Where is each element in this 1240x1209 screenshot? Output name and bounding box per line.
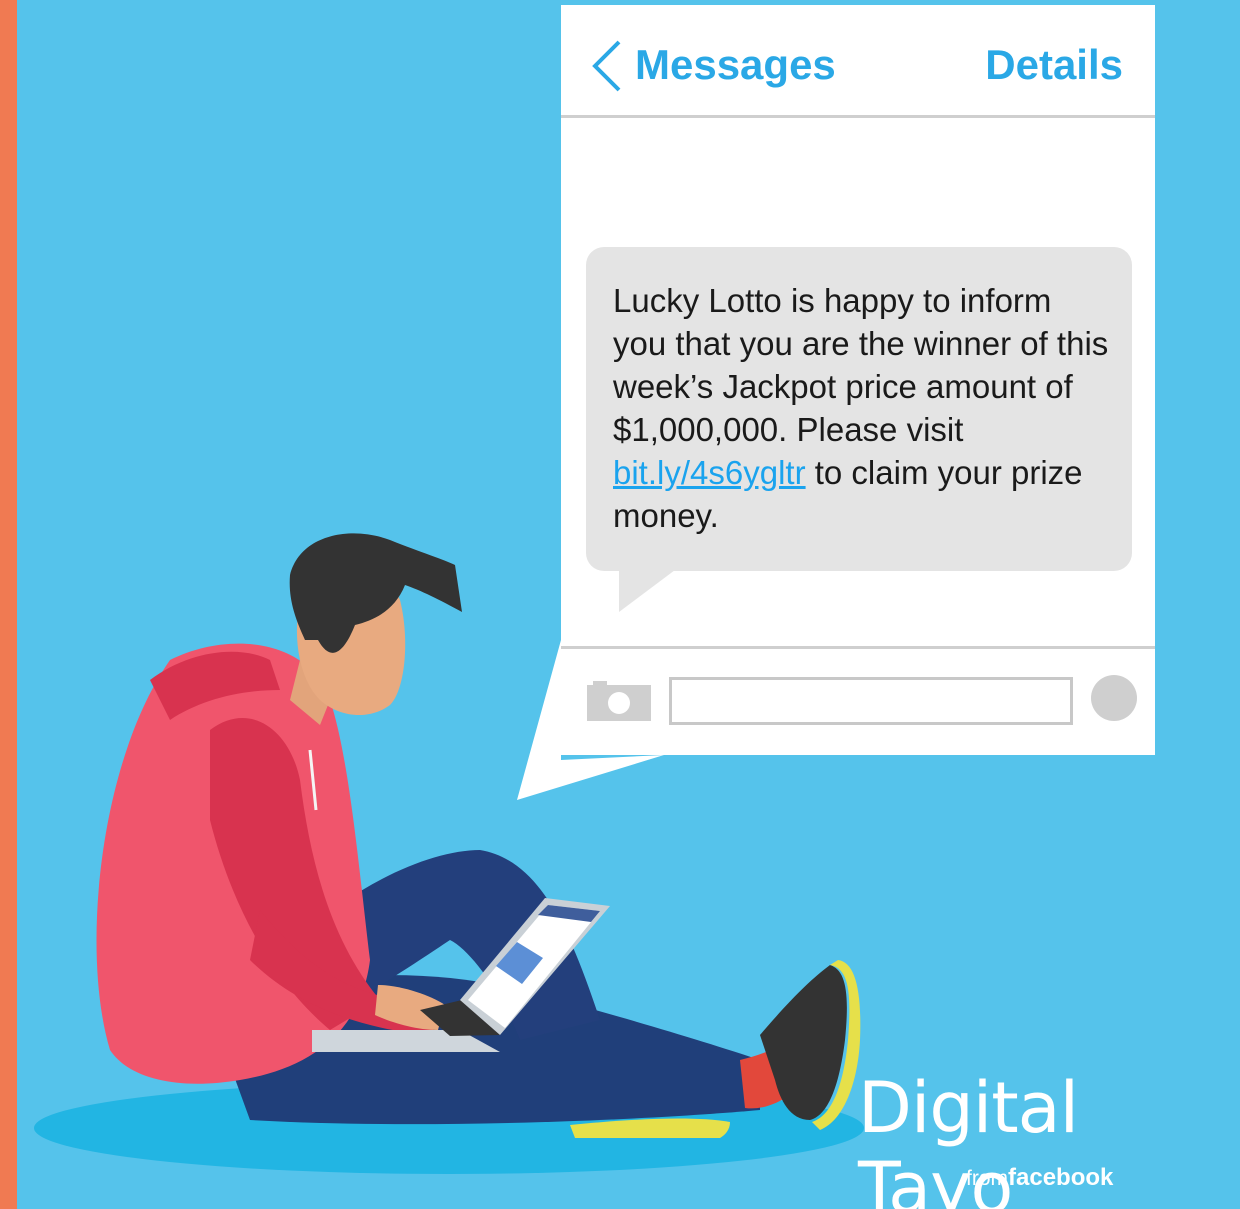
composer-divider: [561, 646, 1155, 649]
message-input[interactable]: [669, 677, 1073, 725]
brand-company: facebook: [1008, 1164, 1114, 1191]
send-button[interactable]: [1091, 675, 1137, 721]
page-title: Messages: [635, 41, 836, 88]
message-text-start: Lucky Lotto is happy to inform you that …: [613, 282, 1109, 448]
camera-icon[interactable]: [587, 681, 651, 721]
message-panel: Messages Details Lucky Lotto is happy to…: [561, 5, 1155, 755]
brand-from: from: [966, 1167, 1008, 1190]
other-shoe-sole: [570, 1118, 730, 1138]
message-text: Lucky Lotto is happy to inform you that …: [613, 279, 1113, 537]
brand-sub: fromfacebook: [966, 1163, 1113, 1196]
message-link[interactable]: bit.ly/4s6ygltr: [613, 454, 806, 491]
details-button[interactable]: Details: [985, 39, 1123, 91]
bubble-tail: [619, 570, 675, 612]
message-header: Messages Details: [561, 5, 1155, 118]
message-bubble: Lucky Lotto is happy to inform you that …: [586, 247, 1132, 571]
page: Messages Details Lucky Lotto is happy to…: [0, 0, 1240, 1209]
chevron-left-icon[interactable]: [589, 39, 623, 93]
